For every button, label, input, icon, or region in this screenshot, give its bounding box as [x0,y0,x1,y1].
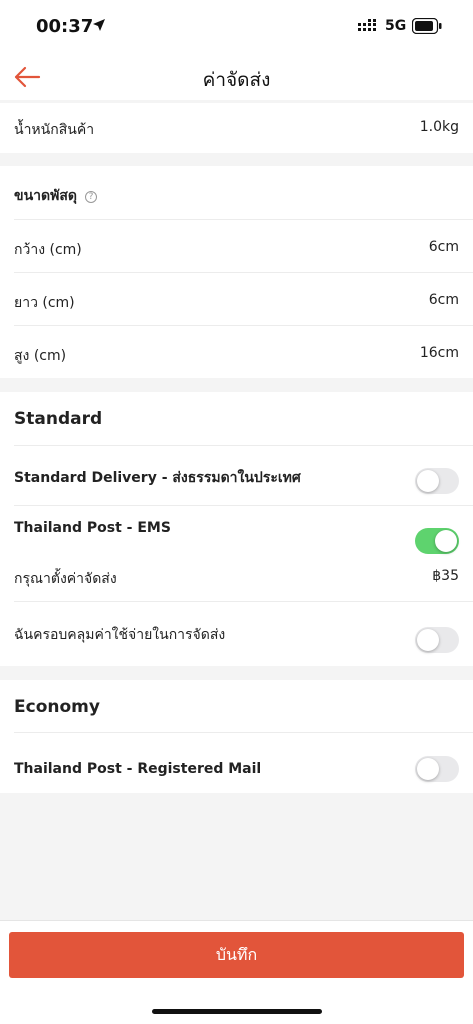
ems-label: Thailand Post - EMS [14,520,171,536]
cover-cost-label: ฉันครอบคลุมค่าใช้จ่ายในการจัดส่ง [14,627,226,643]
weight-value[interactable]: 1.0kg [420,119,459,135]
width-value[interactable]: 6cm [429,239,459,255]
economy-header-row: Economy [14,680,473,733]
page-title: ค่าจัดส่ง [202,69,271,91]
standard-card: Standard Standard Delivery - ส่งธรรมดาใน… [0,392,473,666]
ems-row: Thailand Post - EMS [14,506,473,551]
shipping-fee-label: กรุณาตั้งค่าจัดส่ง [14,571,117,587]
weight-row: น้ำหนักสินค้า 1.0kg [14,103,473,153]
registered-mail-row: Thailand Post - Registered Mail [14,733,473,793]
save-button[interactable]: บันทึก [9,932,464,978]
home-indicator [152,1009,322,1014]
toggle-knob [417,470,439,492]
toggle-knob [417,629,439,651]
width-row: กว้าง (cm) 6cm [14,220,473,273]
height-value[interactable]: 16cm [420,345,459,361]
height-row: สูง (cm) 16cm [14,326,473,378]
nav-bar: ค่าจัดส่ง [0,52,473,100]
toggle-knob [435,530,457,552]
location-arrow-icon [93,19,105,31]
standard-delivery-row: Standard Delivery - ส่งธรรมดาในประเทศ [14,446,473,506]
length-value[interactable]: 6cm [429,292,459,308]
parcel-size-card: ขนาดพัสดุ? กว้าง (cm) 6cm ยาว (cm) 6cm ส… [0,166,473,378]
parcel-header-row: ขนาดพัสดุ? [14,166,473,220]
registered-mail-label: Thailand Post - Registered Mail [14,761,262,777]
standard-header-row: Standard [14,392,473,446]
length-row: ยาว (cm) 6cm [14,273,473,326]
weight-card: น้ำหนักสินค้า 1.0kg [0,103,473,153]
economy-card: Economy Thailand Post - Registered Mail [0,680,473,793]
weight-label: น้ำหนักสินค้า [14,122,95,138]
battery-icon [412,18,442,34]
cover-cost-row: ฉันครอบคลุมค่าใช้จ่ายในการจัดส่ง [14,602,473,666]
standard-delivery-toggle[interactable] [415,468,459,494]
help-icon[interactable]: ? [84,191,97,203]
width-label: กว้าง (cm) [14,242,82,258]
parcel-size-title-text: ขนาดพัสดุ [14,188,77,204]
standard-title: Standard [14,409,103,429]
cover-cost-toggle[interactable] [415,627,459,653]
registered-mail-toggle[interactable] [415,756,459,782]
height-label: สูง (cm) [14,348,67,364]
status-bar: 00:37 5G [0,0,473,52]
signal-icon [358,19,376,31]
status-time: 00:37 [36,16,94,37]
length-label: ยาว (cm) [14,295,75,311]
standard-delivery-label: Standard Delivery - ส่งธรรมดาในประเทศ [14,470,301,486]
toggle-knob [417,758,439,780]
shipping-fee-row: กรุณาตั้งค่าจัดส่ง ฿35 [14,551,473,602]
economy-title: Economy [14,697,100,717]
footer-bar: บันทึก [0,920,473,1024]
parcel-size-title: ขนาดพัสดุ? [14,185,97,207]
shipping-fee-value[interactable]: ฿35 [432,568,459,584]
network-label: 5G [385,18,407,34]
